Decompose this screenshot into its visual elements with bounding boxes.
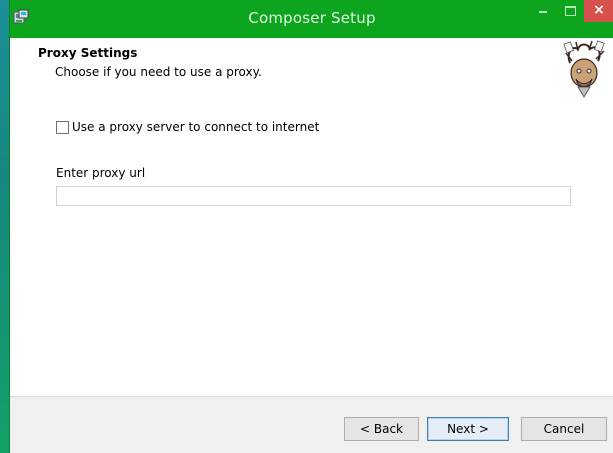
wizard-footer: < Back Next > Cancel xyxy=(10,396,613,453)
use-proxy-checkbox[interactable] xyxy=(56,121,69,134)
composer-mascot-logo xyxy=(563,40,605,98)
minimize-button[interactable] xyxy=(530,0,557,22)
page-subtitle: Choose if you need to use a proxy. xyxy=(55,65,262,79)
maximize-button[interactable] xyxy=(557,0,584,22)
page-title: Proxy Settings xyxy=(38,46,138,60)
close-icon: × xyxy=(593,2,605,18)
title-bar[interactable]: Composer Setup × xyxy=(10,0,613,38)
proxy-settings-panel: Use a proxy server to connect to interne… xyxy=(10,102,613,396)
back-button[interactable]: < Back xyxy=(344,417,419,441)
setup-window: Composer Setup × Proxy Settings Choose i… xyxy=(9,0,613,453)
close-button[interactable]: × xyxy=(584,0,613,22)
proxy-url-label: Enter proxy url xyxy=(56,166,146,180)
proxy-url-input[interactable] xyxy=(56,186,571,206)
minimize-icon xyxy=(539,11,547,13)
cancel-button[interactable]: Cancel xyxy=(521,417,607,441)
use-proxy-label[interactable]: Use a proxy server to connect to interne… xyxy=(72,120,319,134)
maximize-icon xyxy=(565,6,576,16)
next-button[interactable]: Next > xyxy=(427,417,509,441)
window-title: Composer Setup xyxy=(248,9,376,27)
wizard-header: Proxy Settings Choose if you need to use… xyxy=(10,38,613,102)
